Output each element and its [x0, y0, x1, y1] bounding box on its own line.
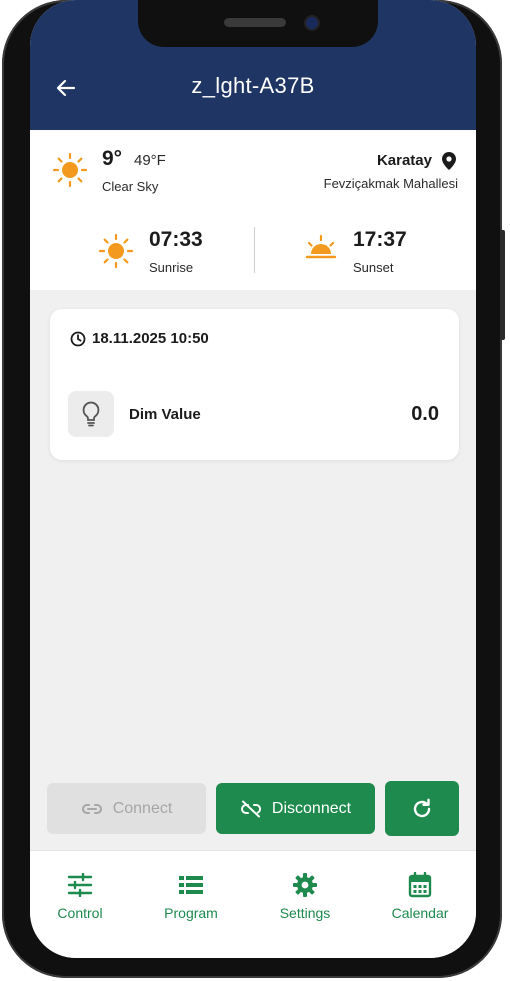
temperature-fahrenheit: 49°F [134, 152, 166, 169]
sun-times-divider [254, 227, 255, 273]
temperature-celsius: 9° [102, 147, 123, 170]
sliders-icon [67, 873, 93, 897]
last-update-datetime: 18.11.2025 10:50 [92, 330, 209, 347]
arrow-left-icon [56, 79, 76, 97]
nav-label-settings: Settings [279, 905, 331, 921]
refresh-button[interactable] [385, 781, 459, 836]
bottom-navigation: Control Program Settings Calendar [30, 850, 476, 958]
sunset-label: Sunset [353, 260, 394, 275]
location-pin-icon [442, 152, 456, 170]
nav-label-control: Control [57, 905, 103, 921]
nav-item-settings[interactable]: Settings [255, 869, 355, 921]
back-button[interactable] [50, 72, 82, 104]
phone-notch [138, 0, 378, 47]
device-status-card: 18.11.2025 10:50 Dim Value 0.0 [50, 309, 459, 460]
phone-frame: z_lght-A37B 9° 49°F Clear Sky Karatay Fe… [2, 0, 505, 978]
disconnect-button[interactable]: Disconnect [216, 783, 375, 834]
location-city: Karatay [376, 152, 432, 169]
front-camera [306, 17, 318, 29]
nav-label-calendar: Calendar [391, 905, 449, 921]
sunrise-time: 07:33 [149, 228, 203, 251]
sunrise-label: Sunrise [149, 260, 194, 275]
earpiece-speaker [224, 18, 286, 27]
disconnect-button-label: Disconnect [271, 799, 352, 817]
list-icon [179, 876, 203, 894]
page-title: z_lght-A37B [191, 73, 315, 98]
weather-condition: Clear Sky [102, 179, 159, 194]
location-district: Fevziçakmak Mahallesi [323, 176, 458, 191]
nav-item-control[interactable]: Control [30, 869, 130, 921]
calendar-icon [408, 872, 432, 898]
nav-label-program: Program [164, 905, 218, 921]
sunset-icon [305, 234, 337, 259]
link-icon [81, 803, 102, 814]
sun-icon [52, 152, 88, 188]
refresh-icon [413, 798, 431, 817]
sunset-time: 17:37 [353, 228, 407, 251]
dim-value: 0.0 [411, 403, 439, 425]
nav-item-program[interactable]: Program [141, 869, 241, 921]
lightbulb-icon [82, 401, 100, 427]
gear-icon [293, 873, 317, 897]
weather-panel: 9° 49°F Clear Sky Karatay Fevziçakmak Ma… [30, 130, 476, 290]
link-off-icon [240, 800, 261, 817]
nav-item-calendar[interactable]: Calendar [370, 869, 470, 921]
app-screen: z_lght-A37B 9° 49°F Clear Sky Karatay Fe… [30, 0, 476, 958]
connect-button[interactable]: Connect [47, 783, 206, 834]
clock-icon [70, 331, 86, 347]
sunrise-icon [98, 233, 134, 269]
connect-button-label: Connect [112, 799, 173, 817]
lightbulb-icon-box [68, 391, 114, 437]
dim-value-label: Dim Value [129, 406, 201, 423]
side-button-right [500, 230, 505, 340]
